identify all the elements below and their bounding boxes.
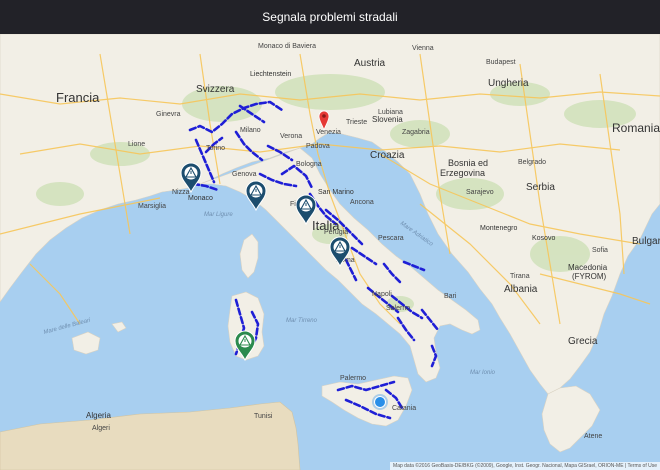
city-label-lione: Lione (128, 141, 145, 148)
country-label-bulgaria: Bulgaria (632, 236, 660, 247)
country-label-croazia: Croazia (370, 150, 405, 161)
city-label-torino: Torino (206, 145, 225, 152)
map-canvas[interactable]: Francia Svizzera Austria Ungheria Romani… (0, 34, 660, 470)
city-label-napoli: Napoli (372, 291, 392, 298)
title-bar: Segnala problemi stradali (0, 0, 660, 34)
sea-label-tirreno: Mar Tirreno (286, 318, 318, 324)
city-label-catania: Catania (392, 405, 416, 412)
country-label-grecia: Grecia (568, 336, 598, 347)
sea-label-ligure: Mar Ligure (204, 212, 233, 218)
country-label-macedonia-2: (FYROM) (572, 272, 607, 281)
country-label-svizzera: Svizzera (196, 84, 235, 95)
country-label-bosnia-1: Bosnia ed (448, 158, 488, 168)
country-label-bosnia-2: Erzegovina (440, 168, 485, 178)
country-label-francia: Francia (56, 90, 100, 105)
city-label-lubiana: Lubiana (378, 109, 403, 116)
country-label-austria: Austria (354, 58, 386, 69)
city-label-bologna: Bologna (296, 161, 322, 168)
country-label-romania: Romania (612, 121, 660, 135)
city-label-belgrado: Belgrado (518, 159, 546, 166)
country-label-montenegro: Montenegro (480, 225, 517, 232)
city-label-ginevra: Ginevra (156, 111, 181, 118)
city-label-tunisi: Tunisi (254, 413, 273, 420)
country-label-serbia: Serbia (526, 182, 555, 193)
city-label-zagabria: Zagabria (402, 129, 430, 136)
city-label-milano: Milano (240, 127, 261, 134)
map-attribution[interactable]: Map data ©2016 GeoBasis-DE/BKG (©2009), … (390, 462, 660, 470)
page-title: Segnala problemi stradali (262, 10, 398, 24)
city-label-genova: Genova (232, 171, 257, 178)
city-label-padova: Padova (306, 143, 330, 150)
country-label-liechtenstein: Liechtenstein (250, 71, 291, 78)
country-label-monaco: Monaco (188, 195, 213, 202)
country-label-algeria: Algeria (86, 411, 111, 420)
city-label-munchen: Monaco di Baviera (258, 43, 316, 50)
city-label-bari: Bari (444, 293, 457, 300)
city-label-atene: Atene (584, 433, 602, 440)
app-root: Segnala problemi stradali Francia Svizze… (0, 0, 660, 470)
city-label-sarajevo: Sarajevo (466, 189, 494, 196)
country-label-kosovo: Kosovo (532, 235, 555, 242)
sea-label-ionio: Mar Ionio (470, 370, 496, 376)
city-label-ancona: Ancona (350, 199, 374, 206)
city-label-pescara: Pescara (378, 235, 404, 242)
city-label-venezia: Venezia (316, 129, 341, 136)
city-label-marsiglia: Marsiglia (138, 203, 166, 210)
city-label-perugia: Perugia (324, 229, 348, 236)
city-label-sofia: Sofia (592, 247, 608, 254)
country-label-ungheria: Ungheria (488, 78, 529, 89)
city-label-tirana: Tirana (510, 273, 530, 280)
city-label-nizza: Nizza (172, 189, 190, 196)
city-label-salerno: Salerno (386, 305, 410, 312)
city-label-palermo: Palermo (340, 375, 366, 382)
city-label-verona: Verona (280, 133, 302, 140)
road-issues-map[interactable]: Francia Svizzera Austria Ungheria Romani… (0, 34, 660, 470)
country-label-albania: Albania (504, 284, 538, 295)
country-label-slovenia: Slovenia (372, 115, 403, 124)
country-label-macedonia-1: Macedonia (568, 263, 608, 272)
city-label-algeri: Algeri (92, 425, 110, 432)
city-label-vienna: Vienna (412, 45, 434, 52)
city-label-budapest: Budapest (486, 59, 516, 66)
city-label-trieste: Trieste (346, 119, 367, 126)
cluster-marker-sicilia[interactable] (372, 394, 388, 410)
country-label-sanmarino: San Marino (318, 189, 354, 196)
